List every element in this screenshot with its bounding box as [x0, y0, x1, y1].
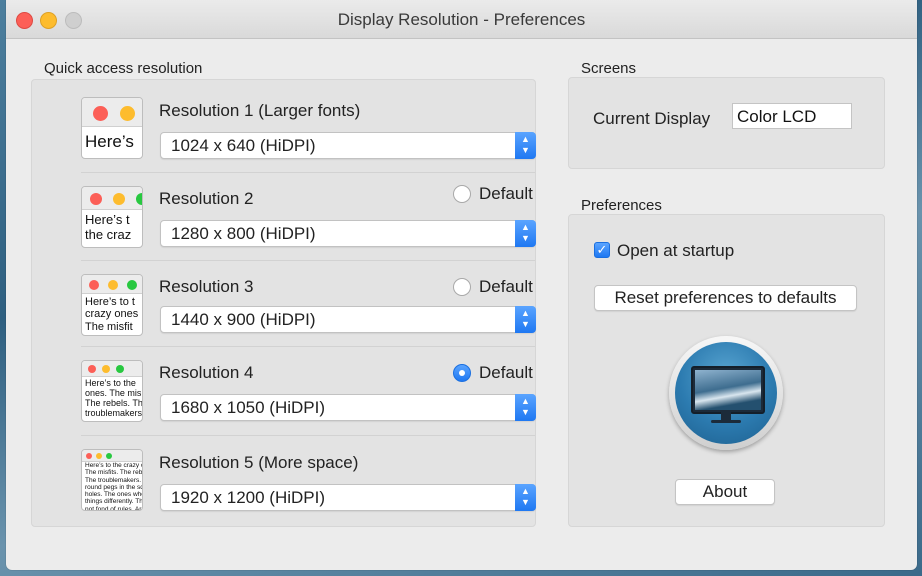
resolution-2-select[interactable]: 1280 x 800 (HiDPI) ▲ ▼: [160, 220, 536, 247]
chevron-up-down-icon: ▲ ▼: [515, 484, 536, 511]
chevron-up-down-icon: ▲ ▼: [515, 220, 536, 247]
resolution-1-preview: Here’s: [81, 97, 143, 159]
resolution-1-select[interactable]: 1024 x 640 (HiDPI) ▲ ▼: [160, 132, 536, 159]
resolution-3-select[interactable]: 1440 x 900 (HiDPI) ▲ ▼: [160, 306, 536, 333]
resolution-1-value: 1024 x 640 (HiDPI): [171, 136, 316, 155]
radio-off-icon[interactable]: [453, 185, 471, 203]
current-display-label: Current Display: [593, 109, 711, 128]
preferences-label: Preferences: [581, 197, 662, 214]
quick-access-panel: Here’s Resolution 1 (Larger fonts) 1024 …: [31, 79, 536, 527]
resolution-3-default-label: Default: [479, 277, 533, 296]
resolution-2-title: Resolution 2: [159, 189, 254, 208]
chevron-up-down-icon: ▲ ▼: [515, 306, 536, 333]
title-bar[interactable]: Display Resolution - Preferences: [6, 0, 917, 39]
preferences-window: Display Resolution - Preferences Quick a…: [6, 0, 917, 570]
resolution-4-title: Resolution 4: [159, 363, 254, 382]
resolution-1-preview-text: Here’s: [85, 132, 134, 151]
reset-preferences-button[interactable]: Reset preferences to defaults: [594, 285, 857, 311]
resolution-5-preview: Here’s to the crazy o The misfits. The r…: [81, 449, 143, 511]
screens-label: Screens: [581, 60, 637, 77]
resolution-5-value: 1920 x 1200 (HiDPI): [171, 488, 326, 507]
resolution-2-default-label: Default: [479, 184, 533, 203]
resolution-2-preview-text: Here’s t the craz: [85, 213, 132, 242]
resolution-5-select[interactable]: 1920 x 1200 (HiDPI) ▲ ▼: [160, 484, 536, 511]
resolution-3-preview: Here’s to t crazy ones The misfit: [81, 274, 143, 336]
row-divider: [81, 172, 535, 173]
current-display-field[interactable]: Color LCD: [732, 103, 852, 129]
resolution-2-value: 1280 x 800 (HiDPI): [171, 224, 316, 243]
resolution-2-preview: Here’s t the craz: [81, 186, 143, 248]
radio-off-icon[interactable]: [453, 278, 471, 296]
resolution-5-preview-text: Here’s to the crazy o The misfits. The r…: [85, 462, 142, 511]
resolution-4-preview: Here’s to the ones. The mis The rebels. …: [81, 360, 143, 422]
row-divider: [81, 260, 535, 261]
open-at-startup-label[interactable]: Open at startup: [617, 241, 734, 261]
resolution-4-preview-text: Here’s to the ones. The mis The rebels. …: [85, 378, 142, 419]
chevron-up-down-icon: ▲ ▼: [515, 132, 536, 159]
current-display-value: Color LCD: [737, 107, 817, 126]
resolution-3-title: Resolution 3: [159, 277, 254, 296]
open-at-startup-checkbox[interactable]: ✓: [594, 242, 610, 258]
about-button[interactable]: About: [675, 479, 775, 505]
row-divider: [81, 435, 535, 436]
radio-on-icon[interactable]: [453, 364, 471, 382]
chevron-up-down-icon: ▲ ▼: [515, 394, 536, 421]
window-title: Display Resolution - Preferences: [337, 10, 586, 29]
checkmark-icon: ✓: [596, 242, 608, 257]
resolution-3-value: 1440 x 900 (HiDPI): [171, 310, 316, 329]
screens-panel: Current Display Color LCD: [568, 77, 885, 169]
quick-access-label: Quick access resolution: [44, 60, 203, 77]
resolution-4-value: 1680 x 1050 (HiDPI): [171, 398, 326, 417]
resolution-5-title: Resolution 5 (More space): [159, 453, 359, 472]
resolution-4-default-label: Default: [479, 363, 533, 382]
resolution-3-preview-text: Here’s to t crazy ones The misfit: [85, 296, 139, 333]
monitor-app-icon: [669, 336, 783, 450]
row-divider: [81, 346, 535, 347]
resolution-1-title: Resolution 1 (Larger fonts): [159, 101, 361, 120]
resolution-4-select[interactable]: 1680 x 1050 (HiDPI) ▲ ▼: [160, 394, 536, 421]
preferences-panel: ✓ Open at startup Reset preferences to d…: [568, 214, 885, 527]
